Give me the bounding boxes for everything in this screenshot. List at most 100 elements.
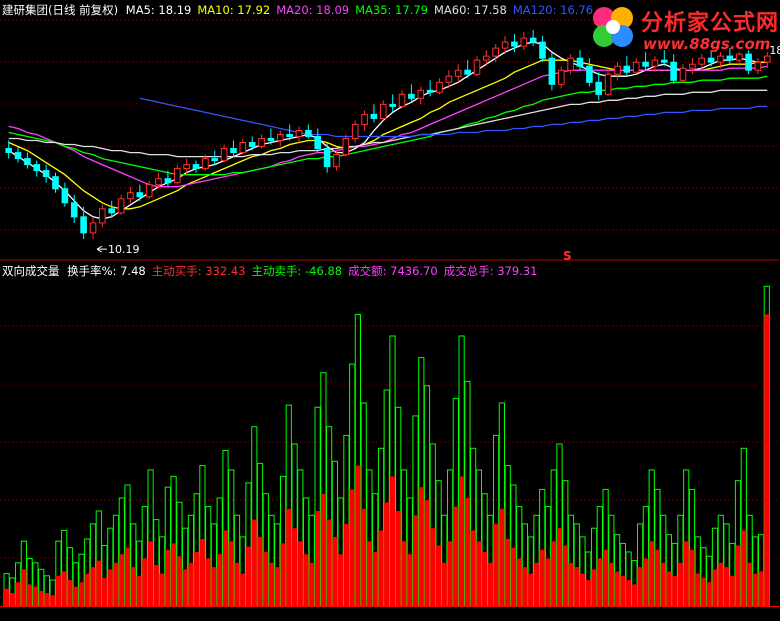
- volume-buy-bar: [395, 511, 401, 606]
- candle-body: [295, 130, 303, 137]
- candle-body: [239, 142, 247, 153]
- volume-buy-bar: [124, 547, 131, 606]
- volume-buy-bar: [67, 580, 73, 606]
- volume-buy-bar: [562, 545, 568, 606]
- volume-buy-bar: [718, 562, 724, 606]
- candle-body: [454, 69, 462, 77]
- volume-buy-bar: [568, 562, 574, 606]
- volume-buy-bar: [297, 541, 303, 606]
- volume-buy-bar: [620, 575, 626, 606]
- volume-buy-bar: [747, 562, 753, 606]
- candle-body: [136, 192, 144, 198]
- volume-header-item-1: 主动买手: 332.43: [151, 264, 246, 278]
- candle-body: [333, 154, 340, 168]
- volume-buy-bar: [533, 562, 540, 606]
- candle-body: [679, 67, 687, 81]
- candle-body: [698, 57, 706, 65]
- candle-body: [511, 41, 518, 47]
- volume-buy-bar: [217, 554, 223, 606]
- candle-body: [277, 134, 284, 141]
- volume-buy-bar: [332, 536, 338, 606]
- volume-buy-bar: [159, 573, 165, 606]
- volume-buy-bar: [493, 523, 499, 606]
- volume-buy-bar: [361, 508, 367, 606]
- volume-buy-bar: [666, 571, 672, 606]
- volume-buy-bar: [257, 536, 263, 606]
- candle-body: [155, 178, 162, 186]
- volume-buy-bar: [4, 588, 10, 606]
- volume-buy-bar: [378, 530, 384, 606]
- clover-logo-icon: [593, 7, 633, 47]
- volume-buy-bar: [234, 562, 240, 606]
- stock-chart-window: 10.1918.S 建研集团(日线 前复权) MA5: 18.19 MA10: 1…: [0, 0, 780, 617]
- candle-body: [14, 152, 22, 160]
- candle-body: [211, 158, 218, 162]
- candle-body: [501, 41, 509, 49]
- volume-buy-bar: [228, 541, 234, 606]
- volume-buy-bar: [528, 573, 534, 606]
- volume-buy-bar: [614, 571, 620, 606]
- volume-buy-bar: [194, 552, 200, 606]
- volume-buy-bar: [38, 590, 44, 606]
- volume-buy-bar: [389, 476, 396, 606]
- ma-header-item-1: MA10: 17.92: [197, 3, 271, 17]
- candle-body: [632, 61, 640, 73]
- volume-buy-bar: [320, 493, 326, 606]
- volume-buy-bar: [366, 541, 372, 606]
- candle-body: [380, 103, 387, 120]
- candle-body: [248, 142, 256, 147]
- volume-buy-bar: [171, 543, 177, 606]
- candle-body: [164, 178, 172, 184]
- volume-buy-bar: [165, 549, 171, 606]
- candle-body: [623, 65, 631, 73]
- volume-buy-bar: [418, 487, 424, 606]
- candle-body: [174, 168, 181, 184]
- volume-buy-bar: [603, 549, 609, 606]
- volume-buy-bar: [654, 549, 660, 606]
- volume-buy-bar: [735, 545, 741, 606]
- candle-body: [754, 61, 762, 71]
- candle-body: [230, 148, 237, 153]
- volume-buy-bar: [27, 584, 33, 606]
- ma-header-item-3: MA35: 17.79: [355, 3, 428, 17]
- volume-buy-bar: [453, 506, 459, 606]
- candle-body: [661, 59, 668, 63]
- candle-body: [389, 103, 396, 107]
- chart-canvas: 10.1918.S: [0, 0, 780, 617]
- volume-buy-bar: [631, 584, 637, 606]
- logo-url: www.88gs.com: [643, 35, 771, 53]
- volume-buy-bar: [482, 552, 488, 606]
- volume-buy-bar: [286, 508, 292, 606]
- volume-buy-bar: [303, 554, 309, 606]
- ma-header-item-4: MA60: 17.58: [433, 3, 507, 17]
- candle-body: [604, 73, 612, 95]
- candle-body: [464, 69, 471, 75]
- volume-buy-bar: [55, 575, 61, 606]
- volume-buy-bar: [591, 569, 597, 606]
- volume-header: 双向成交量 换手率%: 7.48 主动买手: 332.43 主动卖手: -46.88…: [2, 264, 549, 278]
- volume-buy-bar: [741, 530, 747, 606]
- volume-buy-bar: [574, 567, 580, 606]
- volume-buy-bar: [338, 554, 344, 606]
- volume-buy-bar: [700, 577, 707, 606]
- volume-buy-bar: [637, 567, 643, 606]
- volume-buy-bar: [50, 595, 56, 606]
- candle-body: [483, 55, 490, 61]
- candle-body: [370, 113, 378, 119]
- ma-header-item-5: MA120: 16.76: [512, 3, 594, 17]
- candle-body: [61, 188, 69, 204]
- volume-buy-bar: [476, 541, 482, 606]
- candle-body: [351, 123, 359, 140]
- volume-buy-bar: [211, 567, 217, 606]
- volume-buy-bar: [441, 562, 447, 606]
- candle-body: [42, 170, 50, 178]
- volume-buy-bar: [712, 569, 718, 606]
- volume-buy-bar: [729, 575, 735, 606]
- volume-buy-bar: [73, 586, 79, 606]
- volume-buy-bar: [136, 575, 142, 606]
- ma-header-item-0: MA5: 18.19: [125, 3, 192, 17]
- candle-body: [539, 41, 546, 59]
- volume-buy-bar: [677, 562, 683, 606]
- volume-buy-bar: [199, 539, 205, 606]
- volume-buy-bar: [245, 546, 252, 606]
